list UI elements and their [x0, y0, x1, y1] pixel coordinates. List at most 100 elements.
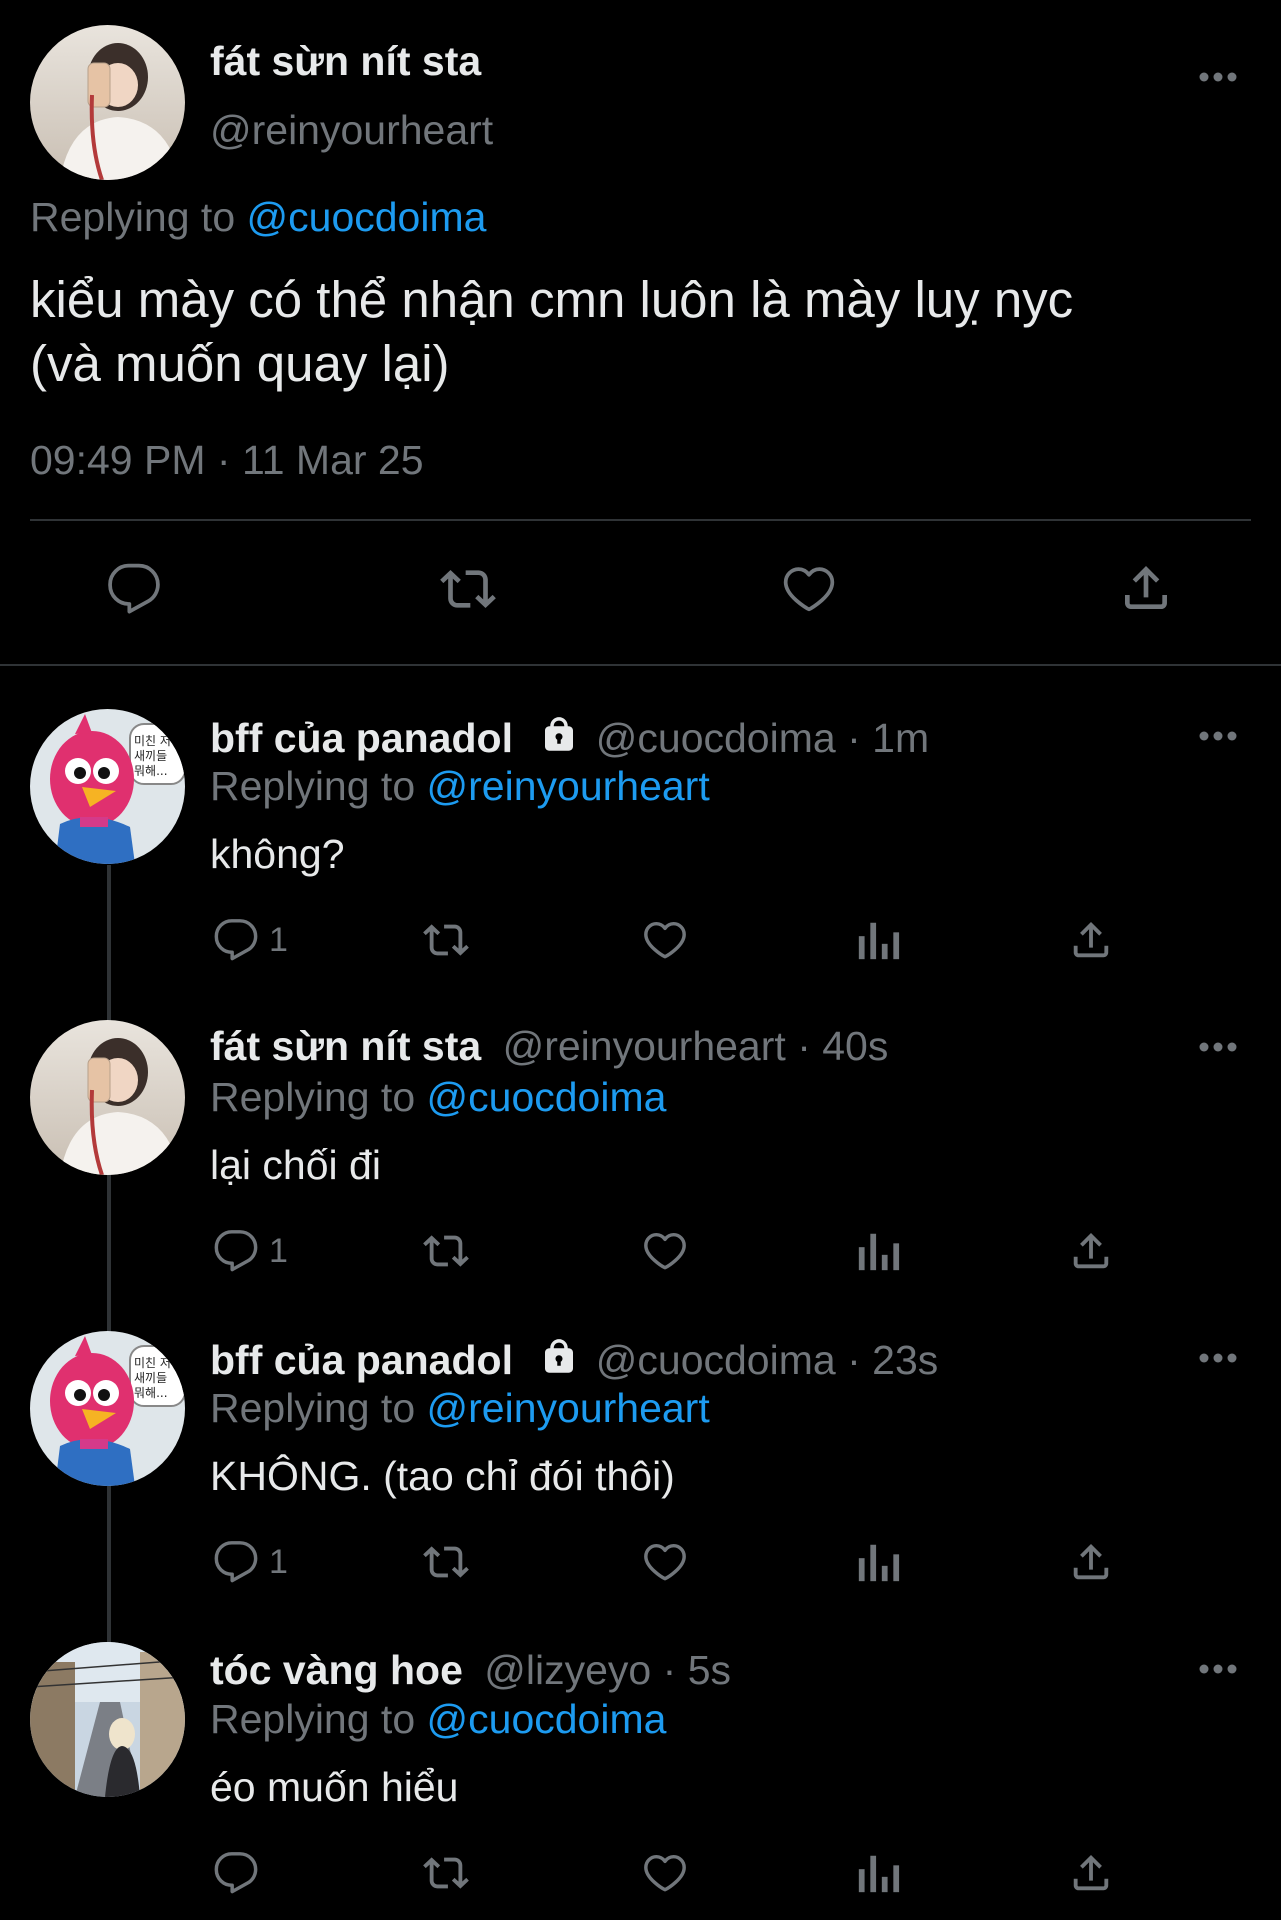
- display-name[interactable]: fát sừn nít sta: [210, 1023, 481, 1069]
- replying-label: Replying to: [210, 1696, 416, 1742]
- reply-text: éo muốn hiểu: [210, 1764, 459, 1810]
- views-button[interactable]: [856, 917, 900, 963]
- more-icon[interactable]: [1198, 70, 1238, 88]
- views-icon: [858, 1544, 900, 1582]
- reply-icon: [214, 1852, 258, 1894]
- replying-label: Replying to: [210, 1074, 416, 1120]
- replying-to: Replying to @reinyourheart: [210, 1384, 710, 1432]
- like-button[interactable]: [641, 917, 689, 963]
- lock-icon: [545, 1339, 574, 1373]
- svg-text:미친 저: 미친 저: [134, 734, 171, 748]
- retweet-button[interactable]: [420, 1228, 472, 1274]
- replying-to-handle[interactable]: @reinyourheart: [427, 763, 710, 809]
- svg-text:새끼들: 새끼들: [134, 1371, 167, 1385]
- replying-to-handle[interactable]: @reinyourheart: [427, 1385, 710, 1431]
- tweet-text: kiểu mày có thể nhận cmn luôn là mày luỵ…: [30, 268, 1073, 396]
- retweet-icon: [423, 1857, 469, 1889]
- views-button[interactable]: [856, 1850, 900, 1896]
- svg-text:새끼들: 새끼들: [134, 749, 167, 763]
- replying-label: Replying to: [30, 194, 236, 240]
- share-icon: [1073, 921, 1109, 958]
- reply-icon: [214, 1230, 258, 1272]
- tweet-date: 11 Mar 25: [241, 437, 424, 483]
- share-button[interactable]: [1118, 559, 1174, 617]
- replying-to-handle[interactable]: @cuocdoima: [427, 1696, 667, 1742]
- views-icon: [858, 1855, 900, 1893]
- replying-to-handle[interactable]: @cuocdoima: [427, 1074, 667, 1120]
- share-button[interactable]: [1068, 1538, 1114, 1586]
- divider: [0, 664, 1281, 666]
- more-icon[interactable]: [1198, 1351, 1238, 1369]
- reply-age[interactable]: 5s: [688, 1647, 731, 1693]
- separator: ·: [847, 715, 861, 761]
- reply-header: bff của panadol @cuocdoima · 1m: [210, 714, 929, 762]
- like-icon: [644, 921, 686, 959]
- display-name[interactable]: bff của panadol: [210, 1337, 513, 1383]
- share-icon: [1073, 1232, 1109, 1269]
- views-button[interactable]: [856, 1228, 900, 1274]
- like-button[interactable]: [641, 1228, 689, 1274]
- reply-age[interactable]: 23s: [872, 1337, 938, 1383]
- more-icon[interactable]: [1198, 1662, 1238, 1680]
- retweet-button[interactable]: [420, 1539, 472, 1585]
- reply-button[interactable]: 1: [213, 917, 288, 963]
- replying-to: Replying to @cuocdoima: [30, 193, 486, 241]
- handle[interactable]: @cuocdoima: [596, 715, 836, 761]
- handle[interactable]: @reinyourheart: [503, 1023, 786, 1069]
- reply-age[interactable]: 40s: [822, 1023, 888, 1069]
- retweet-icon: [423, 1546, 469, 1578]
- avatar[interactable]: [30, 1642, 185, 1797]
- tweet-text-line: kiểu mày có thể nhận cmn luôn là mày luỵ…: [30, 271, 1074, 328]
- svg-text:뭐해...: 뭐해...: [134, 1386, 168, 1400]
- reply-button[interactable]: 1: [213, 1228, 288, 1274]
- reply-header: bff của panadol @cuocdoima · 23s: [210, 1336, 938, 1384]
- retweet-icon: [423, 924, 469, 956]
- lock-icon: [545, 717, 574, 751]
- display-name[interactable]: tóc vàng hoe: [210, 1647, 463, 1693]
- retweet-icon: [423, 1235, 469, 1267]
- reply-button[interactable]: [213, 1850, 269, 1896]
- retweet-icon: [440, 570, 496, 608]
- display-name[interactable]: bff của panadol: [210, 715, 513, 761]
- retweet-button[interactable]: [437, 561, 499, 617]
- views-icon: [858, 922, 900, 960]
- reply-text: không?: [210, 831, 345, 877]
- more-icon[interactable]: [1198, 1040, 1238, 1058]
- like-button[interactable]: [780, 561, 838, 617]
- replying-to: Replying to @cuocdoima: [210, 1073, 666, 1121]
- like-icon: [644, 1854, 686, 1892]
- replying-to-handle[interactable]: @cuocdoima: [247, 194, 487, 240]
- avatar[interactable]: [30, 1020, 185, 1175]
- reply-button[interactable]: 1: [213, 1539, 288, 1585]
- reply-button[interactable]: [106, 561, 162, 617]
- tweet-timestamp[interactable]: 09:49 PM · 11 Mar 25: [30, 436, 424, 484]
- share-button[interactable]: [1068, 916, 1114, 964]
- reply-age[interactable]: 1m: [872, 715, 929, 761]
- more-icon[interactable]: [1198, 729, 1238, 747]
- share-button[interactable]: [1068, 1849, 1114, 1897]
- svg-text:뭐해...: 뭐해...: [134, 764, 168, 778]
- like-icon: [644, 1232, 686, 1270]
- like-button[interactable]: [641, 1850, 689, 1896]
- replying-to: Replying to @reinyourheart: [210, 762, 710, 810]
- display-name[interactable]: fát sừn nít sta: [210, 37, 481, 85]
- retweet-button[interactable]: [420, 1850, 472, 1896]
- handle[interactable]: @reinyourheart: [210, 106, 493, 154]
- avatar[interactable]: 미친 저 새끼들 뭐해...: [30, 1331, 185, 1486]
- reply-icon: [214, 919, 258, 961]
- like-button[interactable]: [641, 1539, 689, 1585]
- share-icon: [1073, 1543, 1109, 1580]
- handle[interactable]: @lizyeyo: [484, 1647, 651, 1693]
- separator: ·: [662, 1647, 677, 1693]
- avatar[interactable]: [30, 25, 185, 180]
- views-button[interactable]: [856, 1539, 900, 1585]
- reply-icon: [108, 563, 160, 614]
- views-icon: [858, 1233, 900, 1271]
- like-icon: [644, 1543, 686, 1581]
- handle[interactable]: @cuocdoima: [596, 1337, 836, 1383]
- avatar[interactable]: 미친 저 새끼들 뭐해...: [30, 709, 185, 864]
- share-icon: [1125, 566, 1167, 609]
- svg-text:미친 저: 미친 저: [134, 1356, 171, 1370]
- retweet-button[interactable]: [420, 917, 472, 963]
- share-button[interactable]: [1068, 1227, 1114, 1275]
